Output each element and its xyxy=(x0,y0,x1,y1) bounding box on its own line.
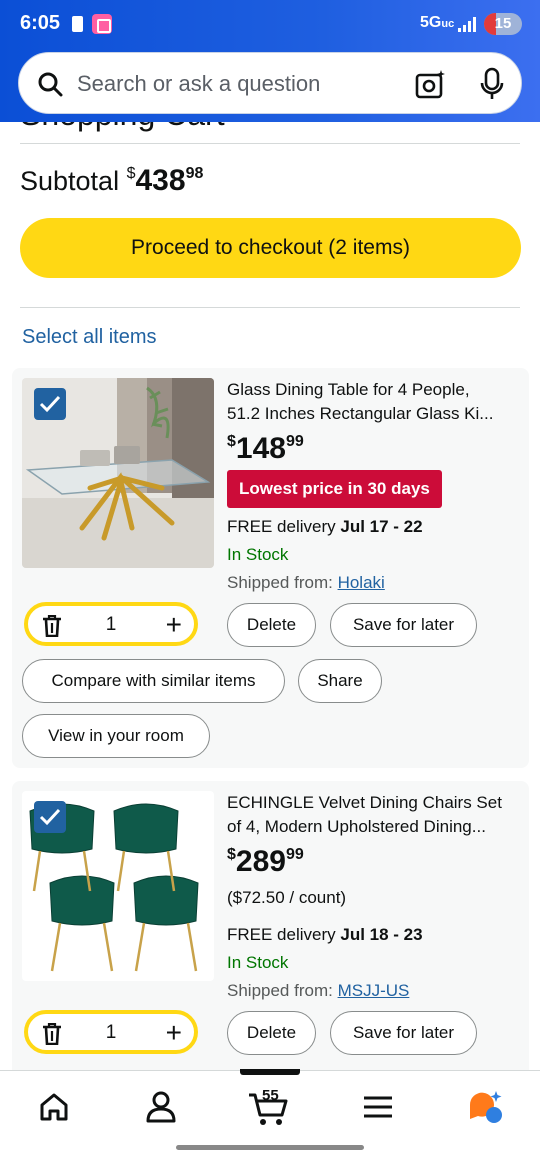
divider xyxy=(20,143,520,144)
shipped-prefix: Shipped from: xyxy=(227,573,338,592)
delivery-dates: Jul 18 - 23 xyxy=(340,925,423,944)
battery-alert-icon xyxy=(72,16,83,32)
signal-icon xyxy=(458,16,478,32)
price-currency: $ xyxy=(227,846,236,863)
search-input[interactable]: Search or ask a question xyxy=(77,71,320,97)
price-cents: 99 xyxy=(285,846,304,863)
price-cents: 99 xyxy=(285,433,304,450)
view-in-room-button[interactable]: View in your room xyxy=(22,714,210,758)
subtotal-label: Subtotal xyxy=(20,166,120,196)
delivery-info: FREE delivery Jul 18 - 23 xyxy=(227,925,423,945)
divider xyxy=(20,307,520,308)
plus-icon[interactable]: + xyxy=(166,609,182,641)
item-title-line: Glass Dining Table for 4 People, xyxy=(227,380,470,399)
account-icon[interactable] xyxy=(141,1087,181,1127)
deal-badge: Lowest price in 30 days xyxy=(227,470,442,508)
proceed-to-checkout-button[interactable]: Proceed to checkout (2 items) xyxy=(20,218,521,278)
quantity-stepper[interactable]: 1 + xyxy=(24,602,198,646)
stock-status: In Stock xyxy=(227,545,289,564)
subtotal-cents: 98 xyxy=(185,165,204,182)
battery-level: 15 xyxy=(494,15,512,32)
item-select-checkbox[interactable] xyxy=(34,801,66,833)
delete-button[interactable]: Delete xyxy=(227,1011,316,1055)
shipped-from: Shipped from: Holaki xyxy=(227,573,385,593)
status-bar: 6:05 5Guc 15 xyxy=(0,0,540,48)
subtotal-amount: 438 xyxy=(135,164,186,197)
shipped-from: Shipped from: MSJJ-US xyxy=(227,981,409,1001)
share-button[interactable]: Share xyxy=(298,659,382,703)
compare-similar-button[interactable]: Compare with similar items xyxy=(22,659,285,703)
save-for-later-button[interactable]: Save for later xyxy=(330,603,477,647)
cart-item: Glass Dining Table for 4 People, 51.2 In… xyxy=(12,368,529,768)
item-title-line: ECHINGLE Velvet Dining Chairs Set xyxy=(227,793,502,812)
select-all-link[interactable]: Select all items xyxy=(22,326,157,349)
battery-icon: 15 xyxy=(484,13,522,35)
amazon-cart-page: 6:05 5Guc 15 Search or ask a question Su… xyxy=(0,0,540,1158)
delete-button[interactable]: Delete xyxy=(227,603,316,647)
seller-link[interactable]: MSJJ-US xyxy=(338,981,410,1000)
item-price: $28999 xyxy=(227,845,304,879)
seller-link[interactable]: Holaki xyxy=(338,573,385,592)
active-tab-indicator xyxy=(240,1069,300,1075)
item-title[interactable]: Glass Dining Table for 4 People, 51.2 In… xyxy=(227,378,522,426)
plus-icon[interactable]: + xyxy=(166,1017,182,1049)
subtotal: Subtotal $43898 xyxy=(20,164,203,198)
quantity-stepper[interactable]: 1 + xyxy=(24,1010,198,1054)
item-select-checkbox[interactable] xyxy=(34,388,66,420)
system-home-bar[interactable] xyxy=(176,1145,364,1150)
stock-status: In Stock xyxy=(227,953,289,972)
price-currency: $ xyxy=(227,433,236,450)
item-title-line: of 4, Modern Upholstered Dining... xyxy=(227,817,486,836)
price-whole: 289 xyxy=(235,845,286,878)
rufus-assistant-icon[interactable] xyxy=(466,1087,506,1127)
delivery-dates: Jul 17 - 22 xyxy=(340,517,423,536)
microphone-icon[interactable] xyxy=(479,67,505,101)
home-icon[interactable] xyxy=(34,1087,74,1127)
top-header: 6:05 5Guc 15 Search or ask a question xyxy=(0,0,540,122)
camera-lens-icon[interactable] xyxy=(415,69,447,99)
delivery-prefix: FREE delivery xyxy=(227,517,341,536)
cart-item: ECHINGLE Velvet Dining Chairs Set of 4, … xyxy=(12,781,529,1081)
subtotal-currency: $ xyxy=(126,165,136,182)
item-title[interactable]: ECHINGLE Velvet Dining Chairs Set of 4, … xyxy=(227,791,522,839)
search-icon xyxy=(38,72,63,97)
app-notification-icon xyxy=(92,14,112,34)
search-bar[interactable]: Search or ask a question xyxy=(18,52,522,114)
network-label: 5G xyxy=(420,14,442,31)
status-time: 6:05 xyxy=(20,12,61,34)
menu-icon[interactable] xyxy=(358,1087,398,1127)
delivery-info: FREE delivery Jul 17 - 22 xyxy=(227,517,423,537)
item-price: $14899 xyxy=(227,432,304,466)
bottom-nav: 55 xyxy=(0,1069,540,1158)
shipped-prefix: Shipped from: xyxy=(227,981,338,1000)
save-for-later-button[interactable]: Save for later xyxy=(330,1011,477,1055)
cart-count-badge: 55 xyxy=(262,1087,279,1104)
unit-price: ($72.50 / count) xyxy=(227,888,347,907)
network-type: 5Guc xyxy=(420,14,455,31)
item-title-line: 51.2 Inches Rectangular Glass Ki... xyxy=(227,404,494,423)
delivery-prefix: FREE delivery xyxy=(227,925,341,944)
price-whole: 148 xyxy=(235,432,286,465)
